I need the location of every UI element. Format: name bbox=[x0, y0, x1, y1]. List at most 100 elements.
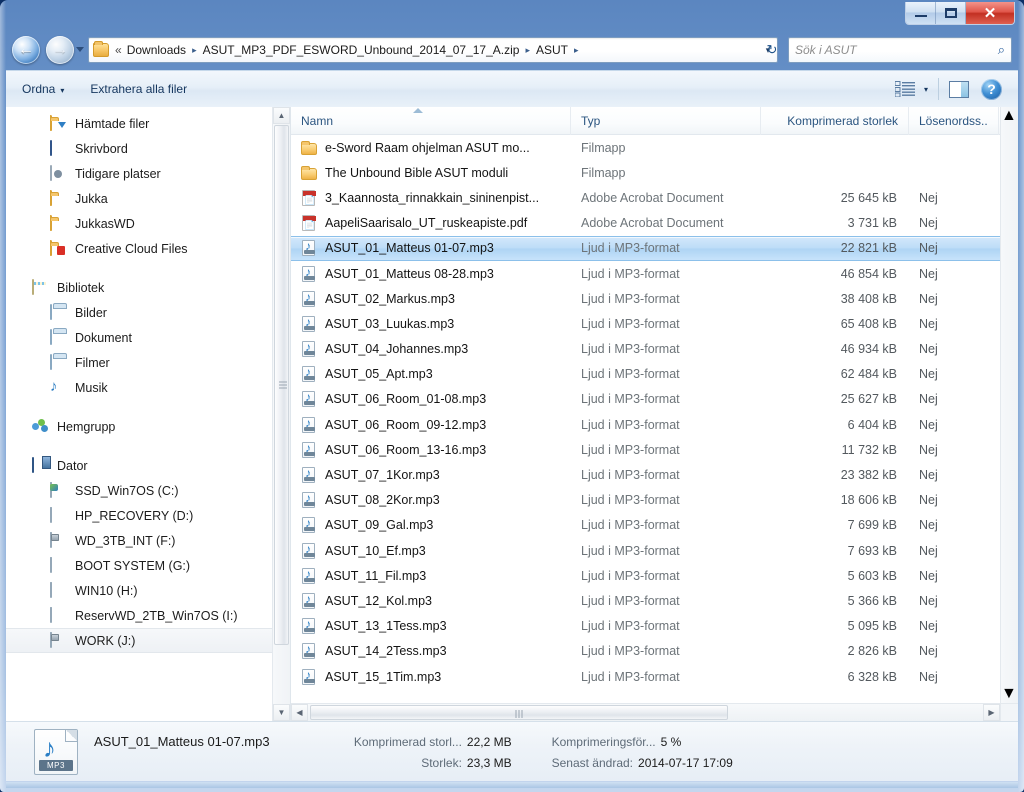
scrollbar-grip bbox=[279, 381, 287, 389]
chevron-right-icon-1[interactable]: ▸ bbox=[520, 45, 535, 56]
organize-button[interactable]: Ordna ▾ bbox=[12, 78, 74, 100]
view-chevron-down-icon[interactable]: ▾ bbox=[924, 85, 928, 94]
table-row[interactable]: ASUT_05_Apt.mp3 Ljud i MP3-format 62 484 k… bbox=[291, 362, 1000, 387]
sidebar-item-bilder[interactable]: Bilder bbox=[6, 300, 272, 325]
table-row[interactable]: ASUT_06_Room_01-08.mp3 Ljud i MP3-format 2… bbox=[291, 387, 1000, 412]
mp3-icon-glyph bbox=[302, 416, 315, 433]
cell-name: ASUT_15_1Tim.mp3 bbox=[291, 668, 571, 685]
cell-type: Ljud i MP3-format bbox=[581, 241, 680, 256]
table-row[interactable]: 3_Kaannosta_rinnakkain_sininenpist... Ado… bbox=[291, 185, 1000, 210]
sidebar-item-boot-system-g[interactable]: BOOT SYSTEM (G:) bbox=[6, 553, 272, 578]
breadcrumb[interactable]: « Downloads ▸ ASUT_MP3_PDF_ESWORD_Unboun… bbox=[88, 37, 778, 63]
sidebar-item-reservwd-2tb-win7os-i[interactable]: ReservWD_2TB_Win7OS (I:) bbox=[6, 603, 272, 628]
sidebar-item-bibliotek[interactable]: Bibliotek bbox=[6, 275, 272, 300]
table-row[interactable]: ASUT_06_Room_13-16.mp3 Ljud i MP3-format 1… bbox=[291, 437, 1000, 462]
sidebar-item-skrivbord[interactable]: Skrivbord bbox=[6, 136, 272, 161]
scroll-down-icon[interactable]: ▼ bbox=[273, 704, 290, 721]
scroll-up-icon[interactable]: ▲ bbox=[273, 107, 290, 124]
table-row[interactable]: ASUT_15_1Tim.mp3 Ljud i MP3-format 6 328 k… bbox=[291, 664, 1000, 689]
breadcrumb-segment-2[interactable]: ASUT bbox=[535, 43, 569, 57]
preview-pane-icon[interactable] bbox=[949, 80, 969, 98]
sidebar-item-work-j[interactable]: WORK (J:) bbox=[6, 628, 272, 653]
search-box[interactable]: Sök i ASUT ⌕ bbox=[788, 37, 1012, 63]
table-row[interactable]: ASUT_09_Gal.mp3 Ljud i MP3-format 7 699 kB… bbox=[291, 513, 1000, 538]
column-header-type[interactable]: Typ bbox=[571, 107, 761, 135]
sidebar-item-label: WD_3TB_INT (F:) bbox=[75, 533, 176, 548]
sidebar-item-label: WORK (J:) bbox=[75, 633, 136, 648]
table-row[interactable]: ASUT_11_Fil.mp3 Ljud i MP3-format 5 603 kB… bbox=[291, 563, 1000, 588]
table-row[interactable]: ASUT_13_1Tess.mp3 Ljud i MP3-format 5 095 … bbox=[291, 614, 1000, 639]
column-header-size[interactable]: Komprimerad storlek bbox=[761, 107, 909, 135]
sidebar-item-wd-3tb-int-f[interactable]: WD_3TB_INT (F:) bbox=[6, 528, 272, 553]
table-row[interactable]: ASUT_04_Johannes.mp3 Ljud i MP3-format 46 … bbox=[291, 337, 1000, 362]
sidebar-item-musik[interactable]: ♪ Musik bbox=[6, 375, 272, 400]
forward-button[interactable]: → bbox=[46, 36, 74, 64]
table-row[interactable]: ASUT_02_Markus.mp3 Ljud i MP3-format 38 40… bbox=[291, 286, 1000, 311]
table-row[interactable]: AapeliSaarisalo_UT_ruskeapiste.pdf Adobe … bbox=[291, 211, 1000, 236]
sidebar-item-dator[interactable]: Dator bbox=[6, 453, 272, 478]
minimize-button[interactable] bbox=[906, 2, 936, 24]
chevron-right-icon-2[interactable]: ▸ bbox=[569, 45, 584, 56]
scroll-up-icon[interactable]: ▲ bbox=[1001, 107, 1017, 125]
file-list-vertical-scrollbar[interactable]: ▲ ▼ bbox=[1000, 107, 1018, 703]
breadcrumb-segment-1[interactable]: ASUT_MP3_PDF_ESWORD_Unbound_2014_07_17_A… bbox=[202, 43, 521, 57]
scroll-down-icon[interactable]: ▼ bbox=[1001, 685, 1017, 703]
mp3-icon-glyph bbox=[302, 441, 315, 458]
cell-compressed-size: 11 732 kB bbox=[841, 442, 897, 457]
extract-all-label: Extrahera alla filer bbox=[90, 82, 188, 96]
scrollbar-thumb[interactable] bbox=[274, 125, 289, 645]
sidebar-item-jukkaswd[interactable]: JukkasWD bbox=[6, 211, 272, 236]
column-header-password[interactable]: Lösenordss.. bbox=[909, 107, 999, 135]
table-row[interactable]: ASUT_03_Luukas.mp3 Ljud i MP3-format 65 40… bbox=[291, 311, 1000, 336]
refresh-button[interactable]: ↻ bbox=[760, 38, 784, 62]
breadcrumb-segment-0[interactable]: Downloads bbox=[126, 43, 187, 57]
title-bar: ✕ bbox=[0, 0, 1024, 30]
table-row[interactable]: ASUT_01_Matteus 08-28.mp3 Ljud i MP3-form… bbox=[291, 261, 1000, 286]
extract-all-button[interactable]: Extrahera alla filer bbox=[80, 78, 197, 100]
search-icon: ⌕ bbox=[997, 42, 1005, 57]
table-row[interactable]: The Unbound Bible ASUT moduli Filmapp bbox=[291, 160, 1000, 185]
table-row[interactable]: ASUT_14_2Tess.mp3 Ljud i MP3-format 2 826 … bbox=[291, 639, 1000, 664]
help-icon[interactable]: ? bbox=[981, 78, 1002, 100]
sidebar-item-h-mtade-filer[interactable]: Hämtade filer bbox=[6, 111, 272, 136]
sidebar-item-hemgrupp[interactable]: Hemgrupp bbox=[6, 414, 272, 439]
computer-icon-glyph bbox=[32, 456, 34, 473]
scrollbar-thumb[interactable] bbox=[310, 705, 728, 720]
folder-download-icon bbox=[50, 114, 68, 132]
scroll-left-icon[interactable]: ◀ bbox=[291, 704, 308, 721]
scrollbar-thumb[interactable] bbox=[1001, 107, 1018, 537]
maximize-button[interactable] bbox=[936, 2, 966, 24]
sidebar-item-filmer[interactable]: Filmer bbox=[6, 350, 272, 375]
scrollbar-corner bbox=[1000, 703, 1018, 721]
scroll-right-icon[interactable]: ▶ bbox=[983, 704, 1000, 721]
table-row[interactable]: ASUT_10_Ef.mp3 Ljud i MP3-format 7 693 kB N… bbox=[291, 538, 1000, 563]
sidebar-item-dokument[interactable]: Dokument bbox=[6, 325, 272, 350]
sidebar-item-jukka[interactable]: Jukka bbox=[6, 186, 272, 211]
cell-type: Adobe Acrobat Document bbox=[581, 190, 724, 205]
sidebar-item-tidigare-platser[interactable]: Tidigare platser bbox=[6, 161, 272, 186]
sidebar-item-hp-recovery-d[interactable]: HP_RECOVERY (D:) bbox=[6, 503, 272, 528]
search-input[interactable]: Sök i ASUT bbox=[795, 43, 998, 57]
sidebar-item-creative-cloud-files[interactable]: Creative Cloud Files bbox=[6, 236, 272, 261]
sidebar-item-win10-h[interactable]: WIN10 (H:) bbox=[6, 578, 272, 603]
change-view-icon[interactable] bbox=[894, 80, 917, 98]
cell-type: Ljud i MP3-format bbox=[581, 468, 680, 483]
back-button[interactable]: ← bbox=[12, 36, 40, 64]
history-dropdown-icon[interactable] bbox=[76, 47, 84, 52]
file-list-horizontal-scrollbar[interactable]: ◀ ▶ bbox=[291, 703, 1000, 721]
navigation-vertical-scrollbar[interactable]: ▲ ▼ bbox=[272, 107, 290, 721]
close-button[interactable]: ✕ bbox=[966, 2, 1014, 24]
table-row[interactable]: ASUT_07_1Kor.mp3 Ljud i MP3-format 23 382 … bbox=[291, 462, 1000, 487]
chevron-right-icon-0[interactable]: ▸ bbox=[187, 45, 202, 56]
sidebar-item-ssd-win7os-c[interactable]: SSD_Win7OS (C:) bbox=[6, 478, 272, 503]
table-row[interactable]: e-Sword Raam ohjelman ASUT mo... Filmapp bbox=[291, 135, 1000, 160]
table-row[interactable]: ASUT_12_Kol.mp3 Ljud i MP3-format 5 366 kB… bbox=[291, 588, 1000, 613]
column-header-name[interactable]: Namn bbox=[291, 107, 571, 135]
table-row[interactable]: ASUT_06_Room_09-12.mp3 Ljud i MP3-format 6… bbox=[291, 412, 1000, 437]
cell-type: Ljud i MP3-format bbox=[581, 417, 680, 432]
table-row[interactable]: ASUT_01_Matteus 01-07.mp3 Ljud i MP3-form… bbox=[291, 235, 1000, 261]
table-row[interactable]: ASUT_08_2Kor.mp3 Ljud i MP3-format 18 606 … bbox=[291, 488, 1000, 513]
breadcrumb-overflow[interactable]: « bbox=[114, 43, 126, 57]
mp3-icon-glyph bbox=[302, 265, 315, 282]
